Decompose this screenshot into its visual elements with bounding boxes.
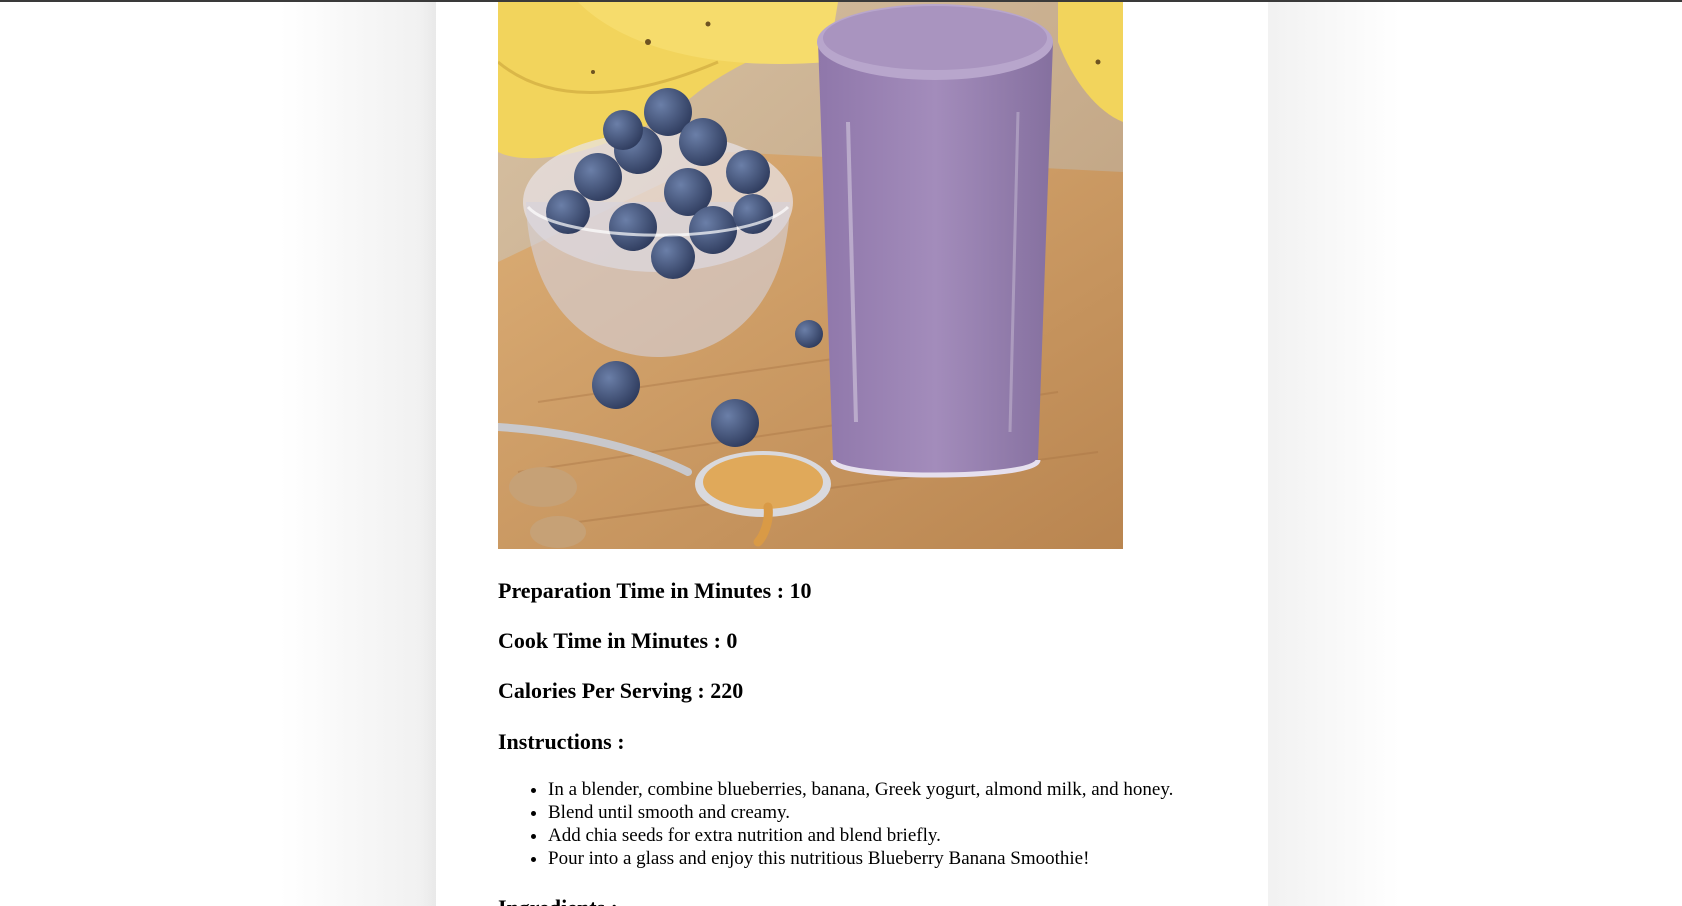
calories-label: Calories Per Serving bbox=[498, 678, 692, 703]
smoothie-photo bbox=[498, 2, 1123, 549]
recipe-content: Preparation Time in Minutes : 10 Cook Ti… bbox=[436, 2, 1268, 906]
ingredients-label: Ingredients bbox=[498, 895, 605, 906]
instructions-heading: Instructions : bbox=[498, 729, 625, 755]
loose-blueberry bbox=[711, 399, 759, 447]
instruction-item: Pour into a glass and enjoy this nutriti… bbox=[548, 847, 1173, 870]
calories-separator: : bbox=[697, 678, 705, 703]
calories-per-serving: Calories Per Serving : 220 bbox=[498, 678, 743, 704]
instruction-item: Add chia seeds for extra nutrition and b… bbox=[548, 824, 1173, 847]
prep-time: Preparation Time in Minutes : 10 bbox=[498, 578, 812, 604]
loose-blueberry bbox=[592, 361, 640, 409]
loose-blueberry bbox=[795, 320, 823, 348]
instructions-label: Instructions bbox=[498, 729, 612, 754]
calories-value: 220 bbox=[710, 678, 744, 703]
prep-time-value: 10 bbox=[789, 578, 812, 603]
cook-time-value: 0 bbox=[726, 628, 738, 653]
prep-time-separator: : bbox=[776, 578, 785, 603]
ingredients-heading: Ingredients : bbox=[498, 895, 618, 906]
cook-time-label: Cook Time in Minutes bbox=[498, 628, 709, 653]
instruction-item: In a blender, combine blueberries, banan… bbox=[548, 778, 1173, 801]
ingredients-separator: : bbox=[611, 895, 618, 906]
instruction-item: Blend until smooth and creamy. bbox=[548, 801, 1173, 824]
instructions-separator: : bbox=[617, 729, 625, 754]
instructions-list: In a blender, combine blueberries, banan… bbox=[498, 778, 1173, 870]
cook-time-separator: : bbox=[713, 628, 721, 653]
cook-time: Cook Time in Minutes : 0 bbox=[498, 628, 737, 654]
smoothie-glass bbox=[817, 4, 1053, 478]
prep-time-label: Preparation Time in Minutes bbox=[498, 578, 772, 603]
recipe-image bbox=[498, 2, 1123, 549]
